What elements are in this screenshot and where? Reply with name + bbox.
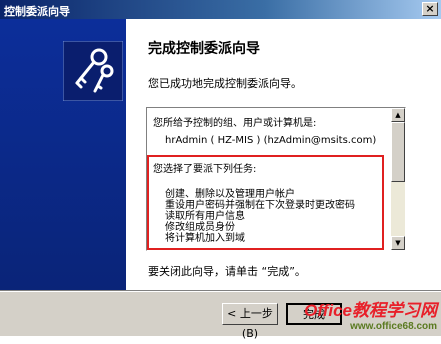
wizard-side-panel [0, 19, 126, 291]
summary-line-1: 您所给予控制的组、用户或计算机是: [153, 118, 317, 129]
watermark: Office教程学习网 www.office68.com [304, 296, 437, 332]
wizard-window: 控制委派向导 × 完成控制委派向导 您已成功地完成控制委派向导。 您所给予控制的… [0, 0, 441, 340]
highlight-box [147, 155, 384, 250]
summary-line-2: hrAdmin ( HZ-MIS ) (hzAdmin@msits.com) [165, 135, 377, 146]
watermark-url: www.office68.com [350, 321, 437, 332]
intro-text: 您已成功地完成控制委派向导。 [148, 77, 302, 90]
scroll-down-button[interactable]: ▼ [391, 236, 405, 250]
back-button[interactable]: < 上一步(B) [222, 303, 278, 340]
summary-textbox[interactable]: 您所给予控制的组、用户或计算机是: hrAdmin ( HZ-MIS ) (hz… [146, 107, 406, 251]
scroll-up-button[interactable]: ▲ [391, 108, 405, 122]
vertical-scrollbar[interactable]: ▲ ▼ [391, 108, 405, 250]
wizard-content: 完成控制委派向导 您已成功地完成控制委派向导。 您所给予控制的组、用户或计算机是… [126, 19, 441, 291]
title-bar[interactable]: 控制委派向导 × [0, 0, 441, 19]
closing-text: 要关闭此向导，请单击 “完成”。 [148, 265, 306, 278]
scroll-thumb[interactable] [391, 122, 405, 182]
window-title: 控制委派向导 [4, 5, 70, 18]
keys-icon [63, 41, 123, 101]
page-title: 完成控制委派向导 [148, 41, 260, 57]
close-button[interactable]: × [422, 2, 438, 16]
watermark-title: Office教程学习网 [304, 301, 437, 320]
wizard-footer: < 上一步(B) 完成 Office教程学习网 www.office68.com [0, 291, 441, 340]
